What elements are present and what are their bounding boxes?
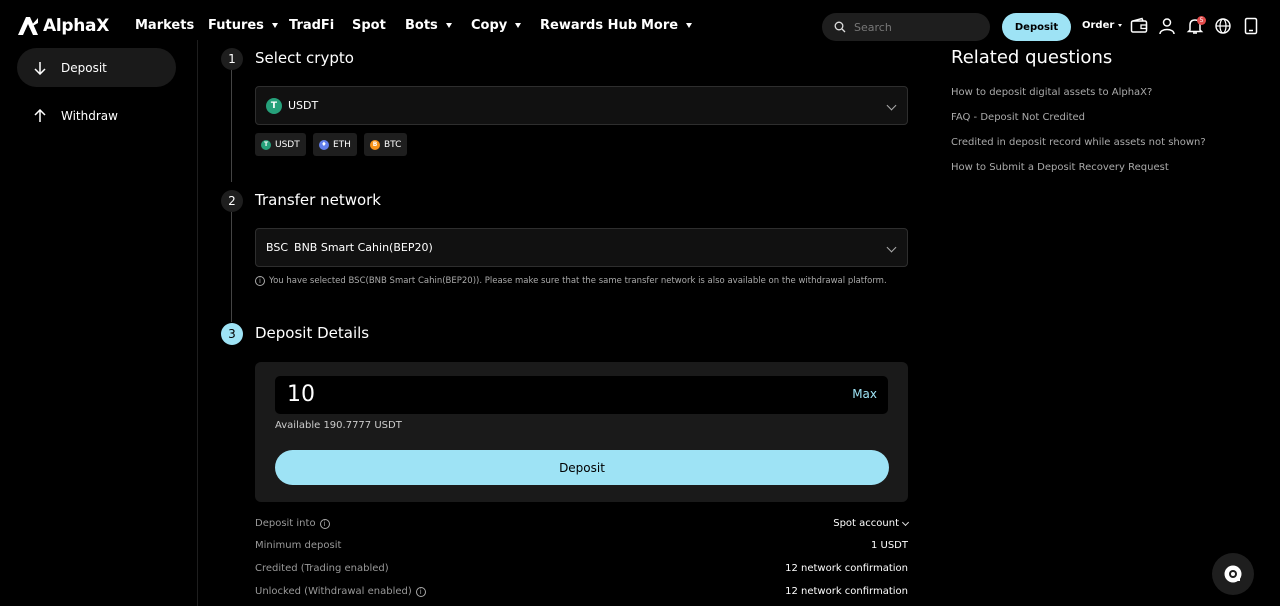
amount-input[interactable]: 10 Max	[275, 376, 888, 414]
step-title-select-crypto: Select crypto	[255, 49, 354, 67]
order-label: Order	[1082, 20, 1115, 31]
detail-label: Credited (Trading enabled)	[255, 563, 389, 574]
caret-down-icon	[686, 23, 693, 28]
caret-down-icon	[271, 23, 278, 28]
related-questions-title: Related questions	[951, 47, 1113, 68]
chevron-down-icon	[886, 242, 897, 253]
nav-copy[interactable]: Copy	[471, 18, 522, 33]
step-title-deposit-details: Deposit Details	[255, 324, 370, 342]
nav-tradfi-label: TradFi	[289, 18, 335, 33]
user-icon[interactable]	[1158, 17, 1176, 35]
sidebar-item-label: Withdraw	[61, 108, 118, 123]
arrow-down-icon	[34, 61, 46, 75]
detail-row-credited: Credited (Trading enabled) 12 network co…	[255, 563, 908, 577]
chevron-down-icon	[901, 518, 910, 526]
detail-value: 1 USDT	[870, 540, 908, 551]
amount-value: 10	[287, 382, 315, 407]
related-question-link[interactable]: FAQ - Deposit Not Credited	[951, 112, 1085, 123]
support-chat-button[interactable]	[1212, 553, 1254, 595]
detail-label: Unlocked (Withdrawal enabled)	[255, 586, 412, 597]
chevron-down-icon	[886, 100, 897, 111]
step-title-transfer-network: Transfer network	[255, 191, 381, 209]
deposit-panel: 10 Max Available 190.7777 USDT Deposit	[255, 362, 908, 502]
nav-tradfi[interactable]: TradFi	[289, 18, 334, 33]
network-select[interactable]: BSC BNB Smart Cahin(BEP20)	[255, 228, 908, 267]
sidebar-item-deposit[interactable]: Deposit	[17, 48, 176, 87]
detail-label: Minimum deposit	[255, 540, 342, 551]
nav-futures[interactable]: Futures	[208, 18, 278, 33]
nav-bots[interactable]: Bots	[405, 18, 452, 33]
header-deposit-button[interactable]: Deposit	[1002, 13, 1071, 41]
info-icon[interactable]: i	[319, 518, 330, 529]
max-button[interactable]: Max	[852, 387, 877, 401]
nav-spot-label: Spot	[352, 18, 386, 33]
detail-value: 12 network confirmation	[785, 586, 908, 597]
nav-copy-label: Copy	[471, 18, 508, 33]
chip-label: USDT	[275, 139, 300, 150]
detail-row-minimum-deposit: Minimum deposit 1 USDT	[255, 540, 908, 554]
globe-icon[interactable]	[1214, 17, 1232, 35]
caret-down-icon	[515, 23, 522, 28]
caret-down-icon	[1118, 24, 1123, 27]
network-name: BNB Smart Cahin(BEP20)	[294, 241, 433, 254]
sidebar-item-withdraw[interactable]: Withdraw	[17, 96, 176, 135]
network-note: i You have selected BSC(BNB Smart Cahin(…	[255, 276, 887, 286]
order-menu[interactable]: Order	[1082, 20, 1123, 31]
detail-value: Spot account	[833, 518, 899, 529]
info-icon[interactable]: i	[415, 586, 426, 597]
chip-label: ETH	[333, 139, 351, 150]
detail-row-unlocked: Unlocked (Withdrawal enabled) i 12 networ…	[255, 586, 908, 600]
network-note-text: You have selected BSC(BNB Smart Cahin(BE…	[269, 276, 887, 286]
nav-markets-label: Markets	[135, 18, 195, 33]
nav-spot[interactable]: Spot	[352, 18, 386, 33]
search-icon	[834, 21, 846, 33]
step-connector	[231, 70, 232, 182]
step-number: 1	[221, 48, 243, 70]
search-box[interactable]	[822, 13, 990, 41]
available-balance: Available 190.7777 USDT	[275, 420, 402, 431]
crypto-select[interactable]: T USDT	[255, 86, 908, 125]
search-input[interactable]	[854, 20, 974, 34]
crypto-chip-eth[interactable]: ♦ ETH	[313, 133, 357, 156]
deposit-button[interactable]: Deposit	[275, 450, 889, 485]
related-question-link[interactable]: How to deposit digital assets to AlphaX?	[951, 87, 1152, 98]
nav-more[interactable]: More	[641, 18, 693, 33]
nav-futures-label: Futures	[208, 18, 264, 33]
step-number: 3	[221, 323, 243, 345]
crypto-chip-btc[interactable]: B BTC	[364, 133, 408, 156]
download-app-icon[interactable]	[1242, 17, 1260, 35]
network-code: BSC	[266, 241, 289, 254]
btc-coin-icon: B	[370, 139, 380, 150]
notification-badge: 5	[1197, 16, 1206, 25]
usdt-coin-icon: T	[266, 97, 282, 114]
chip-label: BTC	[384, 139, 402, 150]
nav-markets[interactable]: Markets	[135, 18, 194, 33]
logo[interactable]: AlphaX	[17, 16, 109, 36]
step-number: 2	[221, 190, 243, 212]
related-question-link[interactable]: Credited in deposit record while assets …	[951, 137, 1206, 148]
nav-more-label: More	[641, 18, 679, 33]
alphax-logo-icon	[18, 17, 38, 35]
detail-value: 12 network confirmation	[785, 563, 908, 574]
logo-text: AlphaX	[43, 16, 110, 36]
eth-coin-icon: ♦	[319, 139, 329, 150]
wallet-icon[interactable]	[1130, 17, 1148, 35]
nav-rewards-hub[interactable]: Rewards Hub	[540, 18, 637, 33]
crypto-chip-usdt[interactable]: T USDT	[255, 133, 306, 156]
arrow-up-icon	[34, 108, 46, 122]
deposit-into-select[interactable]: Spot account	[833, 518, 910, 529]
related-question-link[interactable]: How to Submit a Deposit Recovery Request	[951, 162, 1169, 173]
detail-label: Deposit into	[255, 518, 316, 529]
crypto-selected-value: USDT	[288, 99, 319, 112]
caret-down-icon	[445, 23, 452, 28]
step-connector	[231, 212, 232, 322]
nav-rewards-hub-label: Rewards Hub	[540, 18, 638, 33]
info-icon: i	[255, 276, 265, 286]
sidebar-item-label: Deposit	[61, 60, 107, 75]
usdt-coin-icon: T	[261, 139, 271, 150]
chat-support-icon	[1224, 565, 1242, 583]
detail-row-deposit-into: Deposit into i Spot account	[255, 518, 910, 532]
nav-bots-label: Bots	[405, 18, 438, 33]
